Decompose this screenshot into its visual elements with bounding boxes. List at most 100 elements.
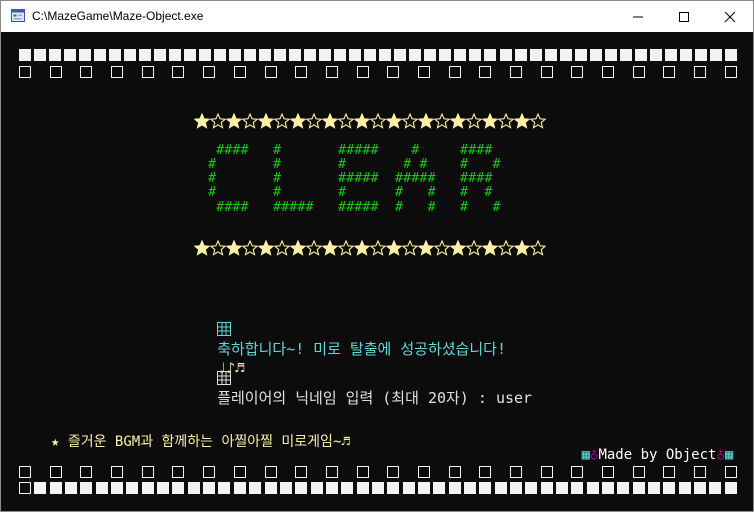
filled-square-icon bbox=[187, 482, 200, 494]
filled-square-icon bbox=[94, 49, 107, 61]
star-line-top bbox=[194, 113, 546, 129]
filled-square-icon bbox=[709, 49, 722, 61]
hollow-square-icon bbox=[264, 466, 277, 478]
hollow-square-icon bbox=[80, 66, 93, 78]
star-filled-icon bbox=[514, 113, 530, 129]
filled-square-icon bbox=[394, 49, 407, 61]
star-outline-icon bbox=[338, 113, 354, 129]
star-outline-icon bbox=[306, 240, 322, 256]
filled-square-icon bbox=[229, 49, 242, 61]
star-filled-icon bbox=[226, 113, 242, 129]
filled-square-icon bbox=[295, 482, 308, 494]
star-outline-icon bbox=[210, 113, 226, 129]
window-title: C:\MazeGame\Maze-Object.exe bbox=[32, 9, 204, 23]
filled-square-icon bbox=[65, 482, 78, 494]
filled-square-icon bbox=[310, 482, 323, 494]
filled-square-icon bbox=[49, 482, 62, 494]
filled-square-icon bbox=[19, 49, 31, 61]
close-button[interactable] bbox=[707, 1, 753, 32]
filled-square-icon bbox=[479, 482, 492, 494]
star-outline-icon bbox=[370, 113, 386, 129]
filled-square-icon bbox=[632, 482, 645, 494]
filled-square-icon bbox=[514, 49, 527, 61]
filled-square-icon bbox=[279, 482, 292, 494]
filled-square-icon bbox=[379, 49, 392, 61]
credit-grid-icon: ▦ bbox=[581, 447, 591, 463]
filled-square-icon bbox=[364, 49, 377, 61]
filled-square-icon bbox=[709, 482, 722, 494]
hollow-square-icon bbox=[694, 466, 707, 478]
hollow-square-icon bbox=[663, 466, 676, 478]
hollow-square-icon bbox=[19, 482, 31, 494]
hollow-square-icon bbox=[417, 466, 430, 478]
hollow-square-icon bbox=[632, 66, 645, 78]
star-filled-icon bbox=[226, 240, 242, 256]
filled-square-icon bbox=[95, 482, 108, 494]
star-filled-icon bbox=[418, 240, 434, 256]
filled-square-icon bbox=[454, 49, 467, 61]
star-filled-icon bbox=[514, 240, 530, 256]
star-outline-icon bbox=[530, 113, 546, 129]
border-top-filled bbox=[19, 49, 737, 61]
hollow-square-icon bbox=[49, 66, 62, 78]
filled-square-icon bbox=[387, 482, 400, 494]
hollow-square-icon bbox=[111, 66, 124, 78]
star-outline-icon bbox=[402, 113, 418, 129]
filled-square-icon bbox=[617, 482, 630, 494]
hollow-square-icon bbox=[510, 466, 522, 478]
hollow-square-icon bbox=[540, 66, 553, 78]
hollow-square-icon bbox=[203, 66, 216, 78]
filled-square-icon bbox=[574, 49, 587, 61]
filled-square-icon bbox=[34, 482, 47, 494]
star-filled-icon bbox=[386, 240, 402, 256]
hollow-square-icon bbox=[724, 466, 737, 478]
filled-square-icon bbox=[694, 482, 707, 494]
filled-square-icon bbox=[439, 49, 452, 61]
filled-square-icon bbox=[484, 49, 497, 61]
filled-square-icon bbox=[586, 482, 599, 494]
minimize-button[interactable] bbox=[615, 1, 661, 32]
filled-square-icon bbox=[341, 482, 354, 494]
star-filled-icon bbox=[418, 113, 434, 129]
hollow-square-icon bbox=[540, 466, 553, 478]
filled-square-icon bbox=[249, 482, 262, 494]
filled-square-icon bbox=[529, 49, 542, 61]
filled-square-icon bbox=[141, 482, 154, 494]
filled-square-icon bbox=[634, 49, 647, 61]
star-outline-icon bbox=[338, 240, 354, 256]
credit-grid-icon: ▦ bbox=[724, 447, 734, 463]
filled-square-icon bbox=[559, 49, 572, 61]
filled-square-icon bbox=[139, 49, 152, 61]
maximize-button[interactable] bbox=[661, 1, 707, 32]
hollow-square-icon bbox=[172, 66, 185, 78]
hollow-square-icon bbox=[111, 466, 124, 478]
hollow-square-icon bbox=[510, 66, 522, 78]
filled-square-icon bbox=[264, 482, 277, 494]
hollow-square-icon bbox=[602, 466, 615, 478]
filled-square-icon bbox=[724, 482, 737, 494]
hollow-square-icon bbox=[602, 66, 615, 78]
filled-square-icon bbox=[604, 49, 617, 61]
filled-square-icon bbox=[172, 482, 185, 494]
console-output[interactable]: #### # ##### # #### # # # # # # # # # ##… bbox=[1, 32, 753, 511]
hollow-square-icon bbox=[632, 466, 645, 478]
hollow-square-icon bbox=[49, 466, 62, 478]
grid-square-icon bbox=[217, 322, 232, 336]
filled-square-icon bbox=[184, 49, 197, 61]
filled-square-icon bbox=[199, 49, 212, 61]
title-bar[interactable]: C:\MazeGame\Maze-Object.exe bbox=[1, 1, 753, 32]
star-outline-icon bbox=[242, 240, 258, 256]
hollow-square-icon bbox=[694, 66, 707, 78]
star-filled-icon bbox=[258, 113, 274, 129]
filled-square-icon bbox=[648, 482, 661, 494]
star-filled-icon bbox=[194, 113, 210, 129]
star-filled-icon bbox=[354, 240, 370, 256]
star-outline-icon bbox=[370, 240, 386, 256]
maximize-icon bbox=[679, 12, 689, 22]
hollow-square-icon bbox=[141, 66, 154, 78]
filled-square-icon bbox=[218, 482, 231, 494]
filled-square-icon bbox=[111, 482, 124, 494]
nickname-input[interactable]: user bbox=[496, 389, 532, 407]
filled-square-icon bbox=[664, 49, 677, 61]
filled-square-icon bbox=[724, 49, 737, 61]
